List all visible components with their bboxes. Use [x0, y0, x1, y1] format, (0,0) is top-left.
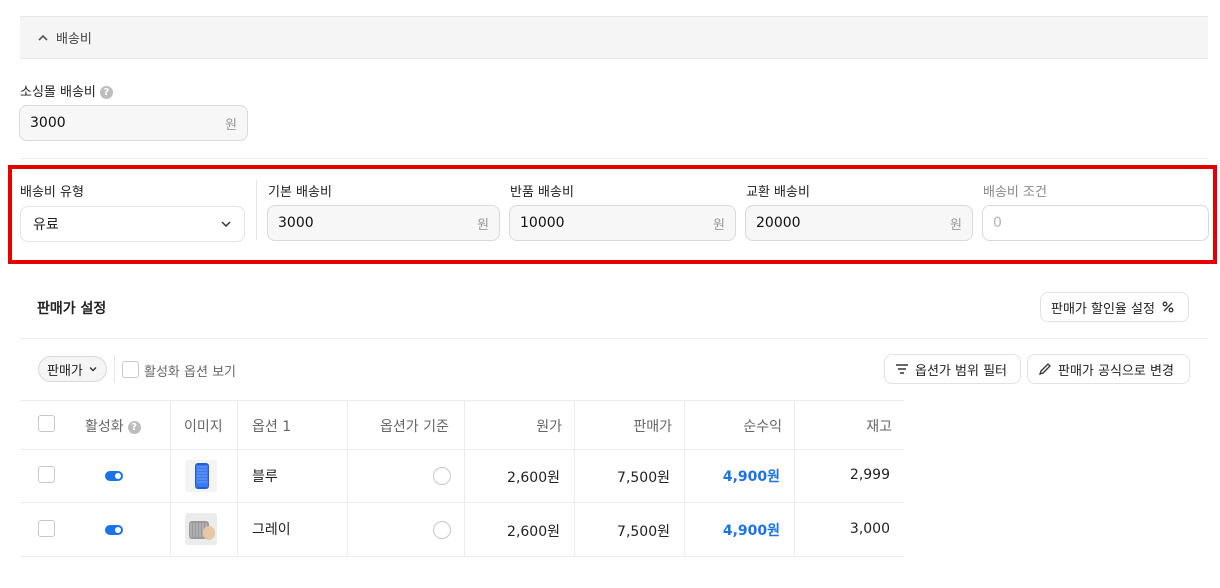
chevron-down-icon [221, 221, 231, 228]
active-toggle[interactable] [105, 525, 123, 535]
chevron-down-icon [89, 367, 97, 372]
shipping-type-value: 유료 [33, 217, 59, 233]
currency-unit: 원 [477, 217, 489, 233]
divider [20, 158, 1208, 159]
filter-icon [896, 364, 908, 374]
product-image [185, 513, 217, 545]
exchange-shipping-label: 교환 배송비 [746, 185, 810, 200]
base-shipping-label: 기본 배송비 [268, 185, 332, 200]
shipping-type-select[interactable]: 유료 [20, 206, 245, 242]
column-separator [794, 401, 795, 556]
active-toggle[interactable] [105, 471, 123, 481]
vertical-divider [256, 180, 257, 240]
currency-unit: 원 [713, 217, 725, 233]
exchange-shipping-value: 20000 [756, 215, 801, 231]
discount-rate-button-label: 판매가 할인율 설정 [1051, 301, 1155, 317]
shipping-condition-input[interactable]: 0 [982, 205, 1209, 241]
header-active-wrap: 활성화? [85, 416, 141, 436]
cell-cost: 2,600원 [507, 470, 560, 486]
header-image: 이미지 [184, 419, 223, 435]
cell-price: 7,500원 [617, 524, 670, 540]
product-image [185, 460, 217, 492]
shipping-section-header[interactable]: 배송비 [20, 16, 1208, 59]
formula-button-label: 판매가 공식으로 변경 [1058, 363, 1174, 379]
island-shipping-label-wrap: 소싱몰 배송비? [20, 81, 113, 100]
column-separator [684, 401, 685, 556]
exchange-shipping-input[interactable]: 20000 원 [745, 205, 973, 241]
shipping-type-label: 배송비 유형 [20, 185, 84, 200]
column-separator [347, 401, 348, 556]
header-price: 판매가 [633, 419, 672, 435]
column-separator [574, 401, 575, 556]
shipping-condition-placeholder: 0 [993, 215, 1002, 231]
header-profit: 순수익 [743, 419, 782, 435]
row-divider [20, 502, 904, 503]
option-base-radio[interactable] [433, 467, 451, 485]
range-filter-button[interactable]: 옵션가 범위 필터 [884, 354, 1021, 384]
currency-unit: 원 [225, 117, 237, 133]
column-separator [237, 401, 238, 556]
header-cost: 원가 [536, 419, 562, 435]
option-base-radio[interactable] [433, 521, 451, 539]
percent-icon [1162, 301, 1174, 313]
price-filter-pill[interactable]: 판매가 [38, 356, 107, 382]
help-icon[interactable]: ? [127, 420, 141, 434]
header-option1: 옵션 1 [252, 419, 292, 435]
return-shipping-label: 반품 배송비 [510, 185, 574, 200]
cell-option1: 그레이 [252, 522, 291, 538]
active-only-checkbox[interactable] [122, 361, 139, 378]
active-only-label: 활성화 옵션 보기 [144, 365, 236, 380]
pencil-icon [1038, 363, 1051, 376]
section-title: 배송비 [56, 32, 92, 47]
header-option-base: 옵션가 기준 [380, 419, 449, 435]
cell-price: 7,500원 [617, 470, 670, 486]
price-filter-label: 판매가 [47, 363, 83, 379]
discount-rate-button[interactable]: 판매가 할인율 설정 [1040, 292, 1189, 322]
chevron-up-icon [38, 34, 48, 41]
cell-stock: 2,999 [849, 467, 890, 483]
header-stock: 재고 [866, 419, 892, 435]
select-all-checkbox[interactable] [38, 415, 55, 432]
base-shipping-input[interactable]: 3000 원 [267, 205, 500, 241]
row-divider [20, 449, 904, 450]
column-separator [464, 401, 465, 556]
island-shipping-label: 소싱몰 배송비 [20, 85, 96, 100]
cell-stock: 3,000 [849, 521, 890, 537]
shipping-condition-label: 배송비 조건 [983, 185, 1047, 200]
base-shipping-value: 3000 [278, 215, 314, 231]
formula-button[interactable]: 판매가 공식으로 변경 [1027, 354, 1190, 384]
cell-option1: 블루 [252, 469, 278, 485]
currency-unit: 원 [950, 217, 962, 233]
table-top-border [20, 400, 904, 401]
return-shipping-input[interactable]: 10000 원 [509, 205, 736, 241]
divider [20, 338, 1208, 339]
column-separator [170, 401, 171, 556]
price-settings-title: 판매가 설정 [37, 301, 107, 317]
help-icon[interactable]: ? [99, 86, 113, 99]
vertical-divider [114, 355, 115, 383]
cell-profit: 4,900원 [722, 469, 780, 485]
island-shipping-value: 3000 [30, 115, 66, 131]
header-active: 활성화 [85, 419, 124, 435]
range-filter-label: 옵션가 범위 필터 [915, 363, 1007, 379]
cell-cost: 2,600원 [507, 524, 560, 540]
row-divider [20, 556, 904, 557]
island-shipping-input[interactable]: 3000 원 [19, 105, 248, 141]
cell-profit: 4,900원 [722, 523, 780, 539]
return-shipping-value: 10000 [520, 215, 565, 231]
row-checkbox[interactable] [38, 466, 55, 483]
row-checkbox[interactable] [38, 520, 55, 537]
